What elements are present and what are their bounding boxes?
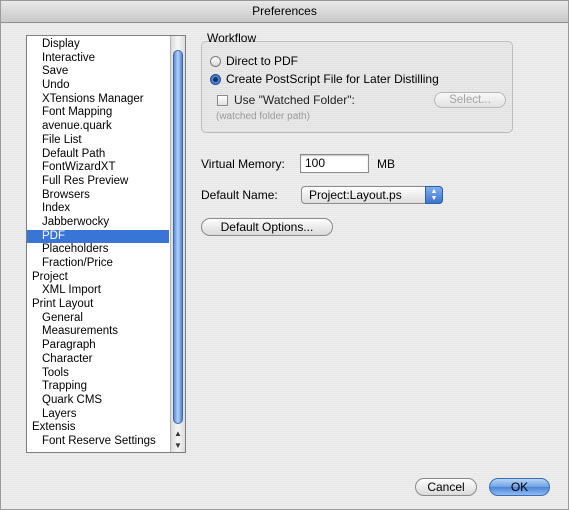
select-folder-button[interactable]: Select... (434, 92, 506, 108)
list-item[interactable]: Measurements (27, 325, 169, 339)
ok-button[interactable]: OK (489, 478, 550, 496)
virtual-memory-input[interactable]: 100 (300, 154, 369, 173)
list-group-header[interactable]: Print Layout (27, 298, 169, 312)
list-item[interactable]: Character (27, 353, 169, 367)
list-item[interactable]: FontWizardXT (27, 161, 169, 175)
list-item[interactable]: Trapping (27, 380, 169, 394)
list-item[interactable]: Paragraph (27, 339, 169, 353)
default-options-button[interactable]: Default Options... (201, 218, 333, 236)
create-postscript-label: Create PostScript File for Later Distill… (226, 72, 439, 86)
window-title: Preferences (1, 1, 568, 23)
list-scrollbar[interactable]: ▲ ▼ (170, 36, 185, 452)
list-item[interactable]: Default Path (27, 148, 169, 162)
default-name-value: Project:Layout.ps (309, 188, 402, 202)
list-item[interactable]: Quark CMS (27, 394, 169, 408)
watched-folder-path: (watched folder path) (216, 111, 310, 122)
list-item[interactable]: Placeholders (27, 243, 169, 257)
list-group-header[interactable]: Extensis (27, 421, 169, 435)
direct-to-pdf-radio[interactable]: Direct to PDF (210, 53, 298, 69)
checkbox-icon[interactable] (217, 94, 228, 106)
scrollbar-thumb[interactable] (173, 50, 183, 424)
list-item[interactable]: Interactive (27, 52, 169, 66)
virtual-memory-unit: MB (377, 157, 395, 171)
watched-folder-label: Use "Watched Folder": (234, 93, 355, 107)
list-item[interactable]: XTensions Manager (27, 93, 169, 107)
list-item[interactable]: Display (27, 38, 169, 52)
watched-folder-checkbox-row[interactable]: Use "Watched Folder": (217, 92, 355, 108)
radio-button-icon[interactable] (210, 55, 221, 67)
list-item[interactable]: Tools (27, 367, 169, 381)
default-name-label: Default Name: (201, 188, 278, 202)
list-item[interactable]: avenue.quark (27, 120, 169, 134)
virtual-memory-label: Virtual Memory: (201, 157, 285, 171)
list-item[interactable]: Layers (27, 408, 169, 422)
list-item[interactable]: PDF (27, 229, 169, 244)
radio-button-icon[interactable] (210, 73, 221, 85)
list-item[interactable]: Fraction/Price (27, 257, 169, 271)
list-item[interactable]: File List (27, 134, 169, 148)
list-item[interactable]: General (27, 312, 169, 326)
cancel-button[interactable]: Cancel (415, 478, 477, 496)
direct-to-pdf-label: Direct to PDF (226, 54, 299, 68)
preferences-category-list[interactable]: Display Interactive Save Undo XTensions Mana… (26, 35, 186, 453)
list-item[interactable]: Undo (27, 79, 169, 93)
list-item[interactable]: Font Reserve Settings (27, 435, 169, 449)
preferences-window: Preferences Display Interactive Save Undo XT… (0, 0, 569, 510)
list-item[interactable]: Index (27, 202, 169, 216)
list-item[interactable]: Font Mapping (27, 106, 169, 120)
workflow-group-label: Workflow (207, 31, 257, 45)
triangle-up-icon[interactable]: ▲ (171, 428, 185, 440)
list-item[interactable]: Save (27, 65, 169, 79)
up-down-arrows-icon[interactable]: ▲ ▼ (425, 186, 443, 204)
list-item[interactable]: XML Import (27, 284, 169, 298)
create-postscript-radio[interactable]: Create PostScript File for Later Distill… (210, 71, 439, 87)
list-item[interactable]: Jabberwocky (27, 216, 169, 230)
category-list-items: Display Interactive Save Undo XTensions Mana… (27, 38, 169, 449)
default-name-popup[interactable]: Project:Layout.ps ▲ ▼ (301, 186, 443, 204)
triangle-down-icon[interactable]: ▼ (171, 440, 185, 452)
list-item[interactable]: Full Res Preview (27, 175, 169, 189)
list-group-header[interactable]: Project (27, 271, 169, 285)
list-item[interactable]: Browsers (27, 189, 169, 203)
